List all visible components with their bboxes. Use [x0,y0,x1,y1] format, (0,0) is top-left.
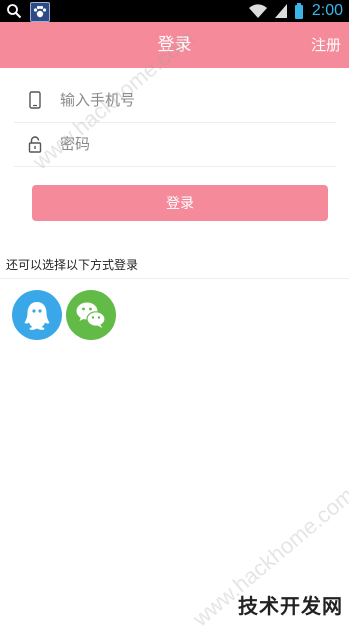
paw-app-icon [30,2,50,22]
battery-icon [294,3,303,19]
status-bar: 2:00 [0,0,349,22]
search-icon [7,4,22,19]
signal-icon [274,4,287,18]
phone-field [14,78,336,123]
alt-login-label: 还可以选择以下方式登录 [6,258,139,272]
corner-watermark: 技术开发网 [238,594,343,618]
wifi-icon [248,4,267,18]
login-button[interactable]: 登录 [32,185,328,221]
divider [0,278,349,279]
phone-icon [29,91,41,109]
clock: 2:00 [311,2,343,19]
qq-icon [24,302,50,330]
wechat-login-button[interactable] [66,290,116,340]
register-link[interactable]: 注册 [311,22,341,68]
wechat-icon [76,302,106,328]
password-input[interactable] [60,130,320,158]
qq-login-button[interactable] [12,290,62,340]
